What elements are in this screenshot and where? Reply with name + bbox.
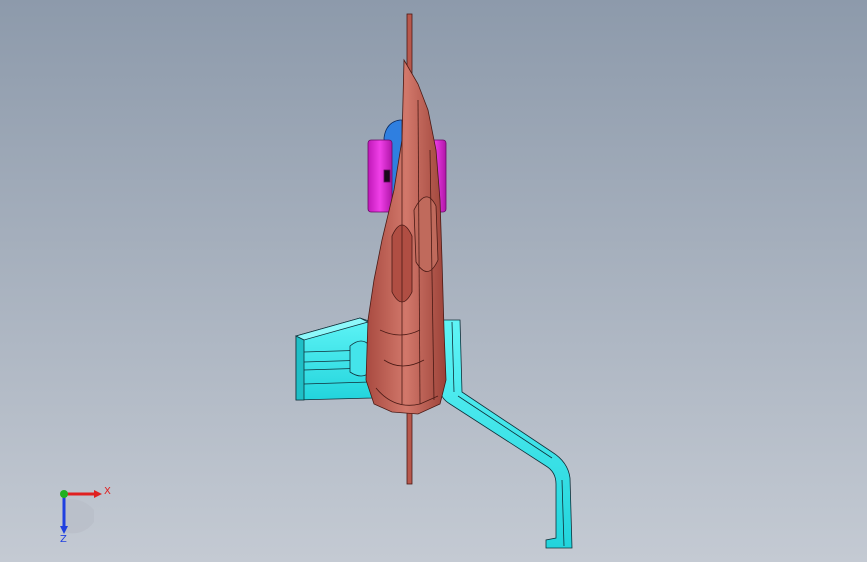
x-axis-label: X xyxy=(104,486,111,497)
x-axis-head xyxy=(94,490,102,498)
z-axis-label: Z xyxy=(60,534,67,545)
triad-graphic xyxy=(60,490,102,534)
cad-viewport[interactable]: X Z xyxy=(0,0,867,562)
y-axis-dot xyxy=(60,490,68,498)
model-scene[interactable] xyxy=(0,0,867,562)
triad-shadow xyxy=(64,499,94,534)
axis-triad: X Z xyxy=(44,482,124,552)
